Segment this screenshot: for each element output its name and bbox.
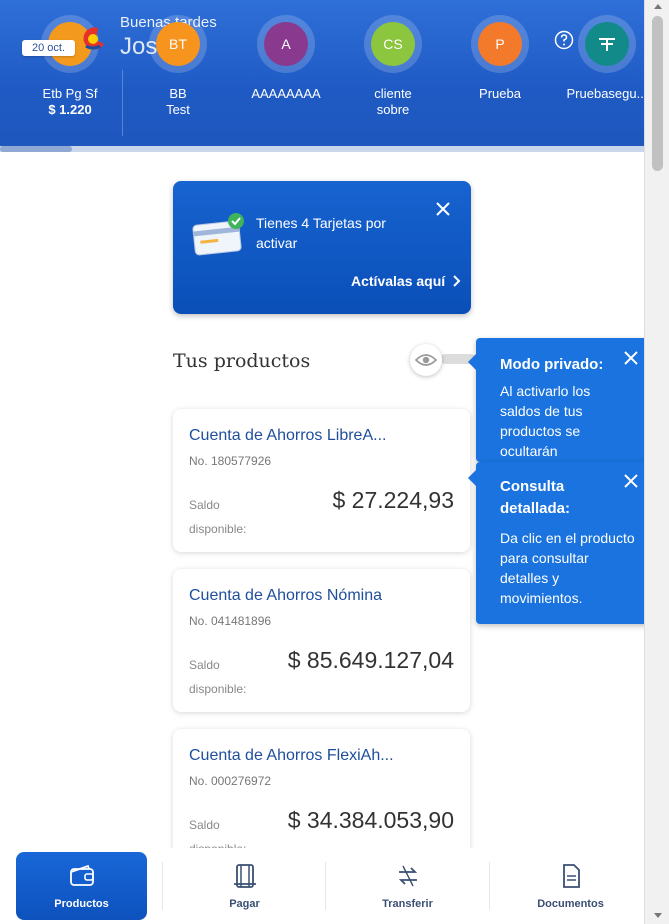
product-number: No. 180577926	[189, 454, 272, 468]
balance-amount: $ 34.384.053,90	[287, 807, 454, 833]
contact-name-line2: Test	[166, 102, 190, 117]
product-number: No. 041481896	[189, 614, 272, 628]
product-card[interactable]: Cuenta de Ahorros Nómina No. 041481896 S…	[173, 569, 470, 712]
contact-name: AAAAAAAA	[251, 86, 321, 101]
balance-label: Saldo disponible:	[189, 658, 247, 696]
receipt-icon	[233, 864, 256, 888]
nav-divider	[325, 862, 326, 910]
nav-productos[interactable]: Productos	[16, 852, 147, 920]
scroll-down-icon[interactable]	[654, 913, 662, 918]
contact-avatar: P	[478, 22, 522, 66]
document-icon	[562, 864, 580, 888]
product-name: Cuenta de Ahorros LibreA...	[189, 427, 387, 444]
nav-label: Productos	[54, 898, 109, 910]
tooltip-body: Al activarlo los saldos de tus productos…	[500, 383, 591, 459]
contact-avatar: A	[264, 22, 308, 66]
close-icon[interactable]	[435, 201, 451, 217]
nav-divider	[489, 862, 490, 910]
nav-transferir[interactable]: Transferir	[342, 852, 473, 920]
product-number: No. 000276972	[189, 774, 272, 788]
privacy-tooltip: Modo privado: Al activarlo los saldos de…	[468, 338, 651, 462]
balance-amount: $ 85.649.127,04	[287, 647, 454, 673]
contact-name: BB Test	[128, 86, 228, 118]
tooltip-arrow	[468, 470, 476, 486]
contact-name-line1: cliente	[374, 86, 412, 101]
balance-label: Saldo disponible:	[189, 498, 247, 536]
detail-tooltip: Consulta detallada: Da clic en el produc…	[468, 462, 651, 624]
product-card[interactable]: Cuenta de Ahorros LibreA... No. 18057792…	[173, 409, 470, 552]
nav-documentos[interactable]: Documentos	[505, 852, 636, 920]
contact-name: Etb Pg Sf	[42, 86, 98, 101]
product-name: Cuenta de Ahorros FlexiAh...	[189, 747, 394, 764]
bank-logo-icon	[83, 27, 104, 50]
tooltip-title: Modo privado:	[500, 356, 604, 373]
banner-text: Tienes 4 Tarjetas por activar	[256, 215, 386, 251]
section-title: Tus productos	[173, 350, 311, 372]
date-chip: 20 oct.	[22, 40, 76, 56]
eye-icon	[415, 354, 437, 366]
close-icon[interactable]	[624, 474, 638, 488]
scroll-up-icon[interactable]	[654, 4, 662, 9]
wallet-icon	[69, 864, 94, 886]
privacy-toggle[interactable]	[410, 344, 476, 376]
contact-aaaaaaaa[interactable]: A AAAAAAAA	[236, 15, 336, 102]
contact-pruebasegu[interactable]: Pruebasegu...	[557, 15, 657, 102]
page-scrollbar[interactable]	[644, 0, 669, 924]
contact-avatar	[585, 22, 629, 66]
contacts-scrollbar-thumb[interactable]	[0, 146, 72, 152]
contact-avatar-ring: BT	[149, 15, 207, 73]
transfer-icon	[398, 865, 417, 887]
nav-label: Pagar	[229, 898, 260, 910]
contact-cliente-sobre[interactable]: CS cliente sobre	[343, 15, 443, 118]
filter-icon	[599, 38, 615, 51]
balance-amount: $ 27.224,93	[332, 487, 454, 513]
activate-cards-banner[interactable]: Tienes 4 Tarjetas por activar Actívalas …	[173, 181, 471, 314]
close-icon[interactable]	[624, 351, 638, 365]
contact-name: cliente sobre	[343, 86, 443, 118]
tooltip-body: Da clic en el producto para consultar de…	[500, 530, 635, 606]
nav-divider	[162, 862, 163, 910]
contact-avatar-ring: CS	[364, 15, 422, 73]
contact-avatar-ring	[578, 15, 636, 73]
chevron-right-icon	[453, 275, 461, 287]
nav-label: Documentos	[537, 898, 604, 910]
contact-avatar-ring: P	[471, 15, 529, 73]
contact-name: Prueba	[479, 86, 521, 101]
nav-pagar[interactable]: Pagar	[179, 852, 310, 920]
contact-name-line2: sobre	[376, 102, 410, 117]
contact-name-line1: BB	[169, 86, 187, 101]
contact-avatar-ring: A	[257, 15, 315, 73]
contact-bb-test[interactable]: BT BB Test	[128, 15, 228, 118]
contact-prueba[interactable]: P Prueba	[450, 15, 550, 102]
contact-avatar: CS	[371, 22, 415, 66]
product-name: Cuenta de Ahorros Nómina	[189, 587, 382, 604]
contact-balance: $ 1.220	[48, 102, 92, 117]
nav-label: Transferir	[382, 898, 433, 910]
contact-name: Pruebasegu...	[566, 86, 648, 101]
activate-cards-link[interactable]: Actívalas aquí	[351, 273, 461, 289]
credit-card-icon	[192, 213, 244, 256]
bottom-nav: Productos Pagar Transferir Documentos	[0, 848, 644, 924]
page-scrollbar-thumb[interactable]	[652, 16, 663, 171]
header-divider	[122, 70, 123, 136]
tooltip-arrow	[468, 354, 476, 370]
contact-avatar: BT	[156, 22, 200, 66]
tooltip-title: Consulta detallada:	[500, 478, 571, 517]
toggle-knob[interactable]	[410, 344, 442, 376]
contacts-scrollbar[interactable]	[0, 146, 644, 152]
app-header: Etb Pg Sf $ 1.220 Buenas tardes Jose 20 …	[0, 0, 647, 152]
activate-cards-link-label: Actívalas aquí	[351, 273, 446, 289]
